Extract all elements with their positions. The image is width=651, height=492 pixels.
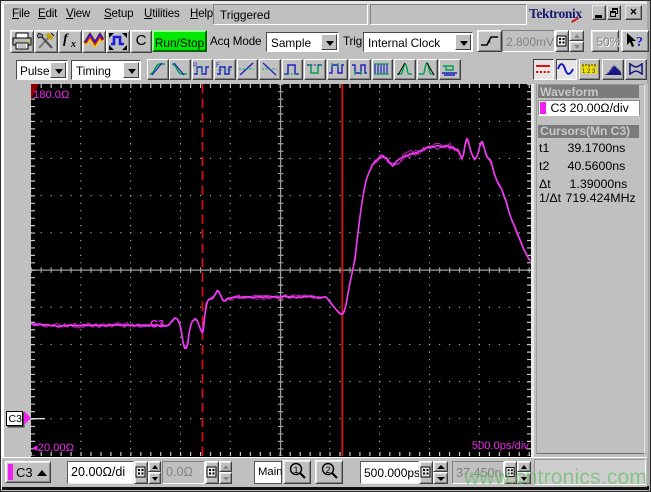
svg-text:1 2 3: 1 2 3 [582, 69, 596, 75]
svg-text:1: 1 [294, 465, 299, 475]
svg-text:500.0ps/div: 500.0ps/div [471, 440, 529, 452]
svg-text:180.0Ω: 180.0Ω [33, 89, 69, 101]
svg-text:?: ? [636, 35, 643, 50]
svg-text:2: 2 [325, 465, 330, 475]
svg-text:C3: C3 [150, 319, 164, 331]
svg-text:◂20.00Ω: ◂20.00Ω [32, 442, 74, 454]
